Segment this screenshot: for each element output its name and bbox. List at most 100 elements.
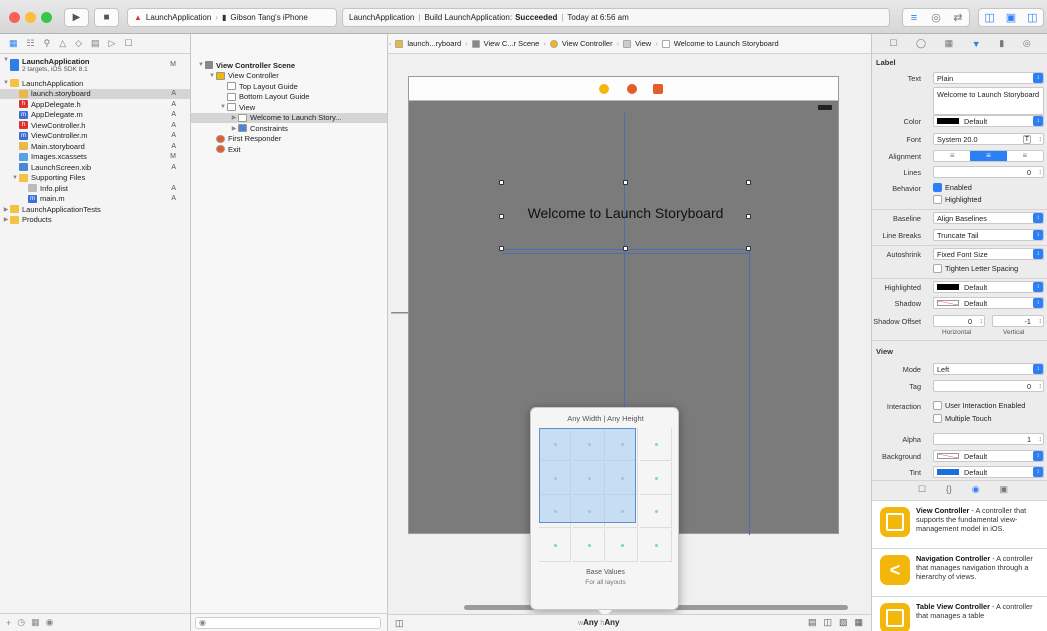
size-class-popover[interactable]: Any Width | Any Height Base Values For a… [530, 407, 679, 610]
symbol-icon[interactable]: ☷ [27, 38, 35, 49]
file-row[interactable]: ▶ LaunchApplicationTests [0, 204, 190, 215]
view-controller-icon[interactable] [599, 84, 609, 94]
file-template-icon[interactable]: ☐ [918, 484, 926, 495]
shadow-offset-v-field[interactable]: -1 ↕ [992, 315, 1044, 327]
alignment-control[interactable]: ≡ ≡ ≡ [933, 150, 1044, 162]
file-row[interactable]: m ViewController.m A [0, 131, 190, 142]
font-field[interactable]: System 20.0 T ↕ [933, 133, 1044, 145]
file-row[interactable]: m AppDelegate.m A [0, 110, 190, 121]
jump-bar-item[interactable]: Welcome to Launch Storyboard [674, 39, 779, 48]
size-class-cell[interactable] [639, 428, 672, 461]
outline-row[interactable]: ▼ View [191, 102, 387, 113]
mode-popup[interactable]: Left ↕ [933, 363, 1044, 375]
user-interaction-checkbox[interactable]: User Interaction Enabled [933, 401, 1025, 410]
resize-handle[interactable] [499, 180, 504, 185]
utilities-toggle-icon[interactable]: ◫ [1022, 11, 1043, 24]
search-icon[interactable]: ⚲ [44, 38, 51, 49]
color-popup[interactable]: Default ↕ [933, 115, 1044, 127]
jump-bar-item[interactable]: View [635, 39, 651, 48]
jump-bar-item[interactable]: View Controller [562, 39, 613, 48]
jump-bar-item[interactable]: View C...r Scene [484, 39, 540, 48]
stepper-icon[interactable]: ↕ [1038, 316, 1042, 325]
disclosure-closed-icon[interactable]: ▶ [230, 125, 238, 132]
library-item[interactable]: < Navigation Controller - A controller th… [872, 548, 1047, 596]
align-right-icon[interactable]: ≡ [1007, 151, 1043, 161]
size-class-cell[interactable] [639, 461, 672, 495]
align-icon[interactable]: ▤ [808, 617, 817, 628]
debug-toggle-icon[interactable]: ▣ [1000, 11, 1021, 24]
attributes-inspector-icon[interactable]: ▼ [972, 39, 981, 49]
stepper-icon[interactable]: ↕ [1038, 381, 1042, 390]
resize-handle[interactable] [623, 180, 628, 185]
outline-row[interactable]: Bottom Layout Guide [191, 92, 387, 103]
file-inspector-icon[interactable]: ☐ [889, 38, 897, 49]
shadow-popup[interactable]: Default ↕ [933, 297, 1044, 309]
object-library-icon[interactable]: ◉ [972, 484, 980, 495]
align-center-icon[interactable]: ≡ [970, 151, 1007, 161]
stepper-icon[interactable]: ↕ [1038, 167, 1042, 176]
file-row[interactable]: Images.xcassets M [0, 152, 190, 163]
disclosure-closed-icon[interactable]: ▶ [230, 114, 238, 121]
library-item[interactable]: Table View Controller - A controller tha… [872, 596, 1047, 631]
font-picker-icon[interactable]: T [1022, 135, 1031, 144]
disclosure-open-icon[interactable]: ▼ [197, 62, 205, 68]
file-row[interactable]: LaunchScreen.xib A [0, 162, 190, 173]
test-icon[interactable]: ◇ [75, 38, 82, 49]
navigator-toggle-icon[interactable]: ◫ [979, 11, 1000, 24]
file-row[interactable]: h ViewController.h A [0, 120, 190, 131]
multiple-touch-checkbox[interactable]: Multiple Touch [933, 414, 992, 423]
file-row[interactable]: m main.m A [0, 194, 190, 205]
zoom-window-button[interactable] [41, 12, 52, 23]
scheme-selector[interactable]: ▲ LaunchApplication › ▮ Gibson Tang's iP… [127, 8, 337, 27]
size-class-control[interactable]: wAny hAny [578, 618, 619, 627]
library-item[interactable]: View Controller - A controller that supp… [872, 500, 1047, 548]
pin-icon[interactable]: ◫ [823, 617, 832, 628]
first-responder-icon[interactable] [627, 84, 637, 94]
outline-row[interactable]: First Responder [191, 134, 387, 145]
outline-row[interactable]: Top Layout Guide [191, 81, 387, 92]
file-row[interactable]: ▼ LaunchApplication [0, 78, 190, 89]
project-root-row[interactable]: ▼ LaunchApplication 2 targets, iOS SDK 8… [0, 57, 190, 78]
file-row[interactable]: Main.storyboard A [0, 141, 190, 152]
disclosure-open-icon[interactable]: ▼ [2, 57, 10, 63]
help-icon[interactable]: ◯ [916, 38, 926, 49]
code-snippet-icon[interactable]: {} [946, 484, 952, 495]
stop-button[interactable]: ■ [94, 8, 119, 27]
jump-bar-item[interactable]: launch...ryboard [407, 39, 461, 48]
file-row[interactable]: ▶ Products [0, 215, 190, 226]
disclosure-open-icon[interactable]: ▼ [2, 80, 10, 86]
editor-mode-control[interactable]: ≡ ◎ ⇄ [902, 8, 970, 27]
outline-row[interactable]: ▼ View Controller [191, 71, 387, 82]
line-breaks-popup[interactable]: Truncate Tail ↕ [933, 229, 1044, 241]
baseline-popup[interactable]: Align Baselines ↕ [933, 212, 1044, 224]
add-icon[interactable]: + [6, 618, 11, 628]
scene-row[interactable]: ▼ View Controller Scene [191, 60, 387, 71]
size-class-cell[interactable] [539, 528, 571, 562]
file-row[interactable]: ▼ Supporting Files [0, 173, 190, 184]
resolve-icon[interactable]: ▧ [839, 617, 848, 628]
resize-handle[interactable] [499, 214, 504, 219]
text-content-field[interactable]: Welcome to Launch Storyboard [933, 87, 1044, 115]
storyboard-canvas[interactable]: ⟶ Welcome to Launch Storyboard Any Width [388, 54, 871, 617]
breakpoint-icon[interactable]: ▷ [109, 38, 116, 49]
outline-row[interactable]: ▶ Constraints [191, 123, 387, 134]
file-row[interactable]: launch.storyboard A [0, 88, 190, 99]
file-row[interactable]: h AppDelegate.h A [0, 99, 190, 110]
text-type-popup[interactable]: Plain ↕ [933, 72, 1044, 84]
version-editor-icon[interactable]: ⇄ [947, 11, 969, 24]
stepper-icon[interactable]: ↕ [979, 316, 983, 325]
identity-inspector-icon[interactable]: ▦ [945, 38, 954, 49]
close-window-button[interactable] [9, 12, 20, 23]
autoshrink-popup[interactable]: Fixed Font Size ↕ [933, 248, 1044, 260]
outline-row[interactable]: Exit [191, 144, 387, 155]
align-left-icon[interactable]: ≡ [934, 151, 970, 161]
shadow-offset-h-field[interactable]: 0 ↕ [933, 315, 985, 327]
recent-files-icon[interactable]: ◷ [17, 617, 25, 628]
tighten-checkbox[interactable]: Tighten Letter Spacing [933, 264, 1018, 273]
size-class-cell[interactable] [639, 495, 672, 528]
size-class-grid[interactable] [539, 428, 673, 562]
outline-toggle-icon[interactable]: ◫ [395, 618, 404, 629]
stepper-icon[interactable]: ↕ [1038, 134, 1042, 143]
disclosure-open-icon[interactable]: ▼ [208, 73, 216, 79]
report-icon[interactable]: ☐ [124, 38, 132, 49]
